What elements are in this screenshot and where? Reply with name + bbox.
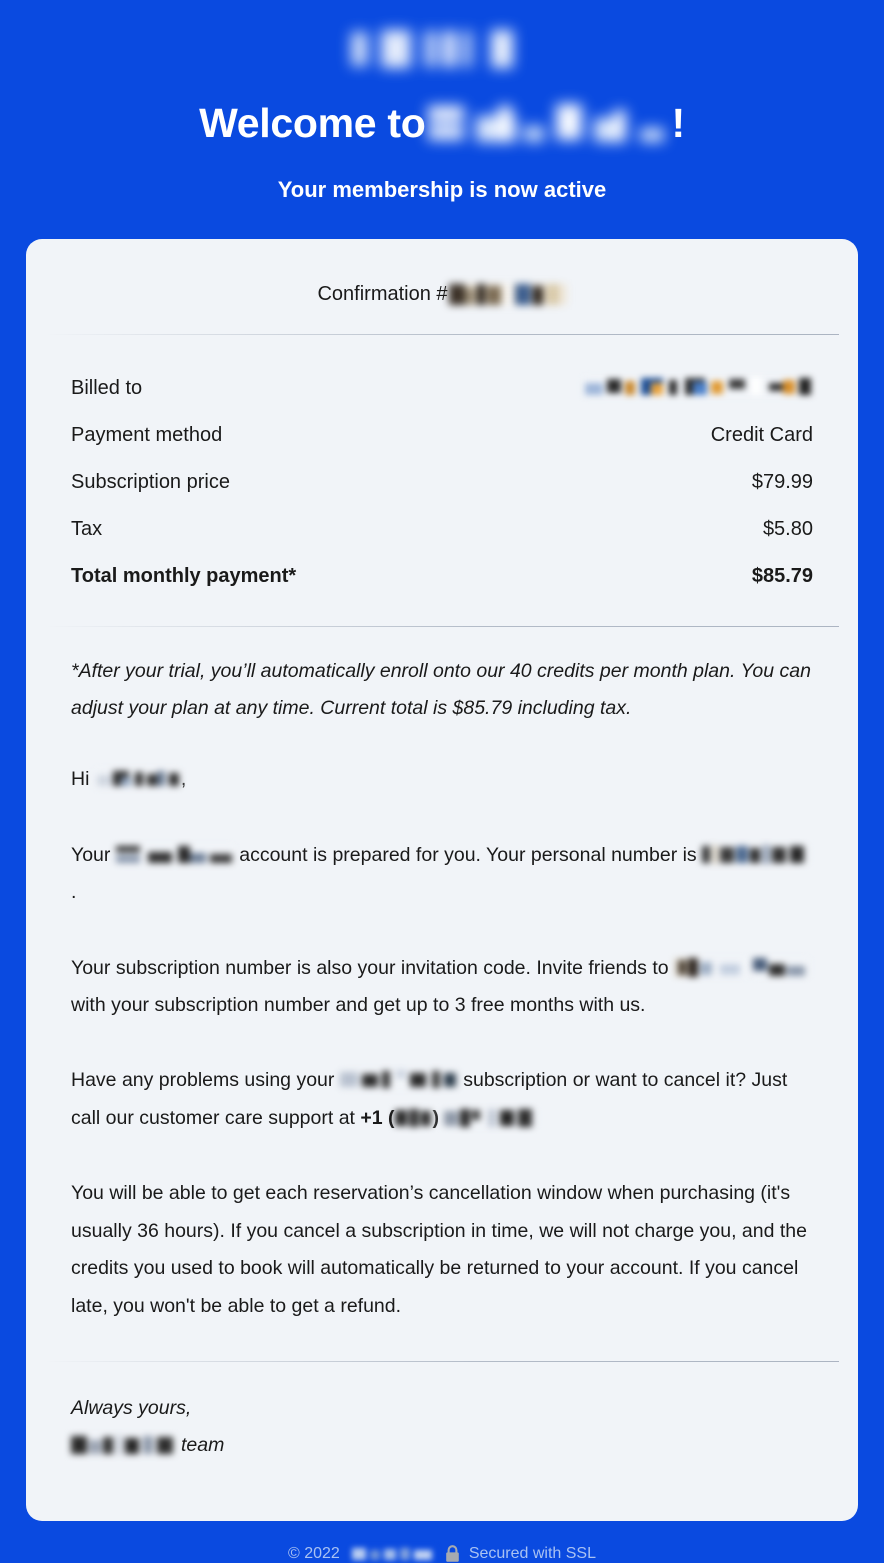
footer-copyright: © 2022 xyxy=(287,1544,340,1562)
account-text-2: account is prepared for you. Your person… xyxy=(233,843,703,866)
brand-name-redaction xyxy=(427,103,664,142)
account-text-3: . xyxy=(71,881,77,904)
signoff-block: Always yours, team xyxy=(26,1362,858,1521)
support-text-1: Have any problems using your xyxy=(71,1069,340,1092)
footer-brand-redaction xyxy=(351,1546,436,1561)
support-brand-redaction xyxy=(339,1070,458,1090)
phone-prefix: +1 ( xyxy=(360,1106,395,1129)
table-row: Payment method Credit Card xyxy=(71,412,813,459)
account-text-1: Your xyxy=(71,843,116,866)
invite-brand-redaction-b xyxy=(753,957,810,977)
footer-ssl-text: Secured with SSL xyxy=(468,1544,596,1562)
trial-disclaimer: *After your trial, you’ll automatically … xyxy=(71,660,811,720)
greeting-prefix: Hi xyxy=(71,768,95,791)
welcome-suffix-text: ! xyxy=(671,100,686,146)
account-paragraph: Your account is prepared for you. Your p… xyxy=(71,837,813,912)
bill-value-total: $85.79 xyxy=(751,565,813,588)
phone-mid: ) xyxy=(432,1106,445,1129)
greeting-suffix: , xyxy=(180,768,187,791)
greeting-line: Hi , xyxy=(71,761,813,798)
page-subtitle: Your membership is now active xyxy=(277,177,607,203)
billing-table: Billed to Payment method Credit Card Sub… xyxy=(26,335,858,626)
bill-value-tax: $5.80 xyxy=(762,518,813,541)
email-body: *After your trial, you’ll automatically … xyxy=(26,627,858,1325)
table-row: Tax $5.80 xyxy=(71,506,813,553)
lock-icon xyxy=(445,1545,460,1563)
personal-number-redaction xyxy=(702,844,809,864)
brand-logo-icon xyxy=(351,30,513,68)
bill-label-subscription-price: Subscription price xyxy=(71,471,230,494)
bill-label-total: Total monthly payment* xyxy=(71,565,297,588)
welcome-prefix-text: Welcome to xyxy=(199,100,426,146)
bill-value-payment-method: Credit Card xyxy=(710,424,813,447)
customer-name-redaction xyxy=(94,769,181,789)
table-row: Billed to xyxy=(71,365,813,412)
phone-area-code-redaction xyxy=(394,1108,433,1127)
account-brand-redaction xyxy=(115,844,234,864)
email-footer: © 2022 Secured with SSL xyxy=(0,1521,884,1563)
signoff-line-2: team xyxy=(71,1427,813,1464)
signoff-line-1: Always yours, xyxy=(71,1397,192,1420)
confirmation-label: Confirmation # xyxy=(317,283,448,306)
receipt-card: Confirmation # Billed to Payment method … xyxy=(26,239,858,1521)
bill-value-billed-to xyxy=(583,377,813,400)
support-phone-number: +1 ( ) xyxy=(360,1106,537,1129)
signoff-team-label: team xyxy=(181,1434,225,1457)
invite-paragraph: Your subscription number is also your in… xyxy=(71,950,813,1025)
page-title: Welcome to ! xyxy=(0,100,884,147)
table-row-total: Total monthly payment* $85.79 xyxy=(71,553,813,600)
support-paragraph: Have any problems using your subscriptio… xyxy=(71,1062,813,1137)
phone-digits-redaction xyxy=(444,1108,537,1127)
bill-label-tax: Tax xyxy=(71,518,103,541)
billed-to-redaction xyxy=(583,377,813,398)
bill-label-billed-to: Billed to xyxy=(71,377,143,400)
confirmation-number: Confirmation # xyxy=(26,239,858,334)
cancellation-paragraph: You will be able to get each reservation… xyxy=(71,1182,807,1317)
confirmation-number-redaction xyxy=(448,284,567,306)
team-brand-redaction xyxy=(71,1435,177,1456)
bill-value-subscription-price: $79.99 xyxy=(751,471,813,494)
email-header: Welcome to ! Your membership is now acti… xyxy=(0,0,884,203)
bill-label-payment-method: Payment method xyxy=(71,424,223,447)
invite-brand-redaction-a xyxy=(674,957,749,977)
invite-text-1: Your subscription number is also your in… xyxy=(71,956,675,979)
table-row: Subscription price $79.99 xyxy=(71,459,813,506)
invite-text-2: with your subscription number and get up… xyxy=(71,993,646,1016)
